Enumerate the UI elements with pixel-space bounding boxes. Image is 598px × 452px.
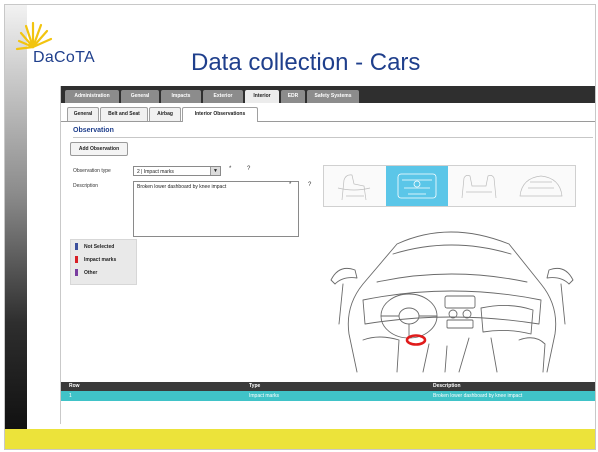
chevron-down-icon[interactable]: ▼ — [210, 167, 220, 175]
legend-item-other: Other — [75, 269, 97, 278]
view-thumbnail-strip — [323, 165, 576, 207]
add-observation-button[interactable]: Add Observation — [70, 142, 128, 156]
slide-frame: DaCoTA Data collection - Cars Administra… — [4, 4, 596, 450]
section-title: Observation — [73, 127, 114, 134]
column-header-row[interactable]: Row — [69, 382, 80, 391]
subtab-interior-observations[interactable]: Interior Observations — [182, 107, 258, 122]
description-textarea[interactable]: Broken lower dashboard by knee impact — [133, 181, 299, 237]
cell-type: Impact marks — [249, 393, 280, 399]
subtab-belt-and-seat[interactable]: Belt and Seat — [100, 107, 148, 121]
logo-text: DaCoTA — [33, 49, 95, 66]
car-interior-diagram[interactable] — [319, 214, 584, 376]
seat-view-thumbnail[interactable] — [324, 166, 386, 206]
observation-type-select[interactable]: 2 | Impact marks ▼ — [133, 166, 221, 176]
color-legend: Not Selected Impact marks Other — [70, 239, 137, 285]
slide-title: Data collection - Cars — [191, 49, 421, 76]
legend-item-not-selected: Not Selected — [75, 243, 114, 252]
observation-type-value: 2 | Impact marks — [137, 169, 174, 175]
cell-description: Broken lower dashboard by knee impact — [433, 393, 523, 399]
table-header-row: Row Type Description — [61, 382, 595, 391]
legend-swatch — [75, 269, 78, 277]
legend-item-impact-marks: Impact marks — [75, 256, 116, 265]
subtab-airbag[interactable]: Airbag — [149, 107, 181, 121]
rear-view-thumbnail[interactable] — [510, 166, 572, 206]
tab-administration[interactable]: Administration — [65, 90, 119, 103]
app-window: Administration General Impacts Exterior … — [60, 86, 595, 424]
bottom-yellow-band — [5, 429, 595, 449]
column-header-type[interactable]: Type — [249, 382, 260, 391]
top-tab-bar: Administration General Impacts Exterior … — [61, 86, 595, 103]
legend-swatch — [75, 256, 78, 264]
table-row[interactable]: 1 Impact marks Broken lower dashboard by… — [61, 391, 595, 401]
legend-swatch — [75, 243, 78, 251]
help-icon[interactable]: ? — [247, 166, 250, 172]
tab-interior[interactable]: Interior — [245, 90, 279, 103]
description-required-mark: * — [289, 182, 292, 188]
section-divider — [73, 137, 593, 138]
tab-general[interactable]: General — [121, 90, 159, 103]
tab-impacts[interactable]: Impacts — [161, 90, 201, 103]
tab-safety-systems[interactable]: Safety Systems — [307, 90, 359, 103]
dashboard-view-thumbnail[interactable] — [386, 166, 448, 206]
description-help-icon[interactable]: ? — [308, 182, 311, 188]
column-header-description[interactable]: Description — [433, 382, 461, 391]
tab-edr[interactable]: EDR — [281, 90, 305, 103]
required-mark: * — [229, 166, 232, 172]
tab-exterior[interactable]: Exterior — [203, 90, 243, 103]
impact-mark-highlight[interactable] — [405, 334, 427, 346]
rear-seat-view-thumbnail[interactable] — [448, 166, 510, 206]
description-label: Description — [73, 183, 99, 189]
observation-type-label: Observation type — [73, 168, 111, 174]
sub-tab-bar: General Belt and Seat Airbag Interior Ob… — [61, 103, 595, 122]
subtab-general[interactable]: General — [67, 107, 99, 121]
cell-row: 1 — [69, 393, 72, 399]
